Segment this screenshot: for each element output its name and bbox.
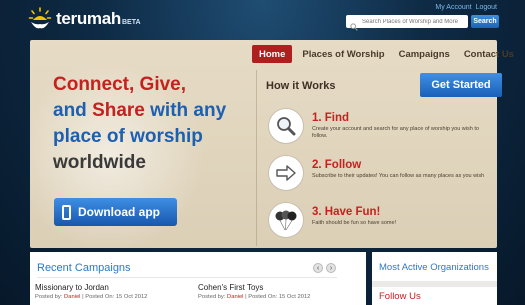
headline-line-3: place of worship: [53, 126, 203, 147]
search-button[interactable]: Search: [471, 15, 499, 28]
arrow-right-icon: [268, 155, 304, 191]
nav-places-of-worship[interactable]: Places of Worship: [295, 45, 391, 63]
main-nav: Home Places of Worship Campaigns Contact…: [252, 44, 521, 64]
logout-link[interactable]: Logout: [476, 4, 497, 11]
phone-icon: [62, 204, 71, 220]
step-find: 1. Find Create your account and search f…: [268, 108, 490, 144]
search-icon: [350, 18, 358, 31]
prev-campaign-button[interactable]: ‹: [313, 263, 323, 273]
hero-divider: [256, 70, 257, 246]
search-bar: Search: [346, 15, 499, 31]
step-3-title: 3. Have Fun!: [312, 206, 381, 218]
campaign-name[interactable]: Missionary to Jordan: [35, 283, 185, 292]
step-2-desc: Subscribe to their updates! You can foll…: [312, 173, 485, 179]
step-have-fun: 3. Have Fun! Faith should be fun so have…: [268, 202, 490, 238]
get-started-button[interactable]: Get Started: [420, 73, 502, 97]
step-2-title: 2. Follow: [312, 159, 362, 171]
step-3-desc: Faith should be fun so have some!: [312, 220, 397, 226]
campaign-meta: Posted by: Daniel | Posted On: 15 Oct 20…: [198, 294, 348, 300]
headline-line-4: worldwide: [53, 152, 146, 173]
posted-by-label: Posted by:: [198, 294, 226, 300]
sidebar-divider: [372, 281, 497, 287]
campaign-author[interactable]: Daniel: [64, 294, 80, 300]
download-app-button[interactable]: Download app: [54, 198, 177, 226]
most-active-organizations-title[interactable]: Most Active Organizations: [379, 262, 489, 273]
follow-us-title[interactable]: Follow Us: [379, 291, 421, 302]
campaign-name[interactable]: Cohen's First Toys: [198, 283, 348, 292]
campaigns-divider: [37, 277, 337, 278]
site-header: terumah BETA My Account Logout Search: [0, 0, 525, 40]
beta-badge: BETA: [121, 18, 141, 26]
magnifier-icon: [268, 108, 304, 144]
balloons-icon: [268, 202, 304, 238]
headline-with-any: with any: [150, 100, 227, 121]
step-follow: 2. Follow Subscribe to their updates! Yo…: [268, 155, 490, 191]
nav-campaigns[interactable]: Campaigns: [392, 45, 457, 63]
headline-and: and: [53, 100, 87, 121]
posted-by-label: Posted by:: [35, 294, 63, 300]
campaign-meta: Posted by: Daniel | Posted On: 15 Oct 20…: [35, 294, 185, 300]
posted-on: | Posted On: 15 Oct 2012: [245, 294, 311, 300]
posted-on: | Posted On: 15 Oct 2012: [82, 294, 148, 300]
step-1-desc: Create your account and search for any p…: [312, 126, 479, 139]
account-links: My Account Logout: [435, 4, 497, 11]
download-app-label: Download app: [78, 205, 160, 219]
campaign-item[interactable]: Cohen's First Toys Posted by: Daniel | P…: [198, 283, 348, 300]
how-it-works-title: How it Works: [266, 80, 336, 92]
nav-home[interactable]: Home: [252, 45, 293, 63]
logo[interactable]: terumah BETA: [28, 6, 141, 32]
hero-headline: Connect, Give, and Share with any place …: [53, 72, 226, 176]
campaign-pager: ‹ ›: [313, 263, 336, 273]
campaign-item[interactable]: Missionary to Jordan Posted by: Daniel |…: [35, 283, 185, 300]
next-campaign-button[interactable]: ›: [326, 263, 336, 273]
logo-mark-icon: [28, 6, 52, 32]
step-1-title: 1. Find: [312, 112, 350, 124]
recent-campaigns-title: Recent Campaigns: [37, 262, 131, 274]
logo-text: terumah: [56, 9, 121, 28]
nav-contact-us[interactable]: Contact Us: [457, 45, 521, 63]
campaign-author[interactable]: Daniel: [227, 294, 243, 300]
my-account-link[interactable]: My Account: [435, 4, 471, 11]
search-input[interactable]: [346, 15, 468, 28]
headline-share: Share: [92, 100, 145, 121]
headline-line-1: Connect, Give,: [53, 74, 187, 95]
